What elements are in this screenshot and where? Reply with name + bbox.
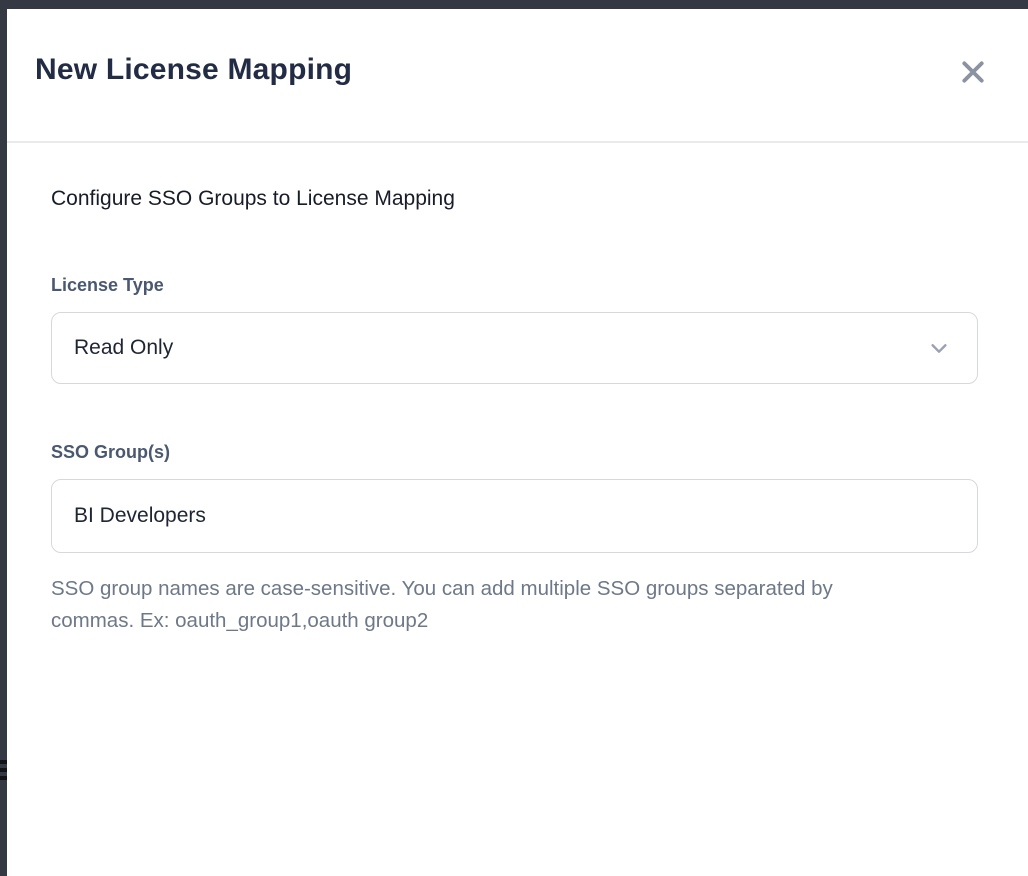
- sso-groups-input[interactable]: [51, 479, 978, 553]
- sso-groups-label: SSO Group(s): [51, 442, 978, 463]
- chevron-down-icon: [927, 336, 951, 360]
- license-type-label: License Type: [51, 275, 978, 296]
- close-icon: [960, 59, 986, 88]
- sso-groups-help-text: SSO group names are case-sensitive. You …: [51, 573, 911, 637]
- modal-header: New License Mapping: [7, 9, 1028, 143]
- modal-description: Configure SSO Groups to License Mapping: [51, 187, 978, 211]
- close-button[interactable]: [956, 56, 990, 90]
- modal-body: Configure SSO Groups to License Mapping …: [7, 143, 1028, 637]
- license-type-select[interactable]: Read Only: [51, 312, 978, 384]
- new-license-mapping-modal: New License Mapping Configure SSO Groups…: [7, 9, 1028, 876]
- background-page-edge-mark: [0, 756, 7, 790]
- spacer: [51, 384, 978, 442]
- modal-title: New License Mapping: [35, 53, 352, 87]
- license-type-selected-value: Read Only: [74, 336, 173, 360]
